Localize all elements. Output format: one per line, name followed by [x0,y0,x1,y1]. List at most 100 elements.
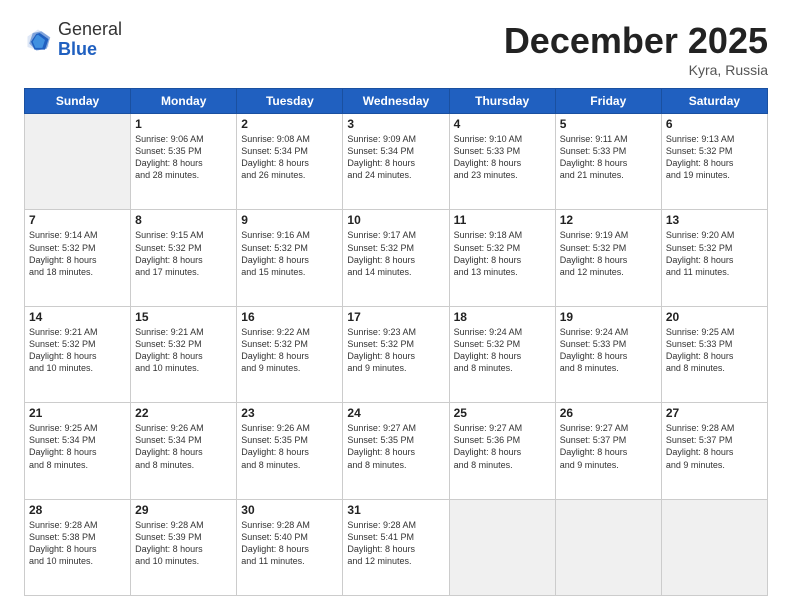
column-header-sunday: Sunday [25,89,131,114]
day-cell: 7Sunrise: 9:14 AMSunset: 5:32 PMDaylight… [25,210,131,306]
day-number: 16 [241,310,338,324]
logo-icon [24,26,52,54]
day-number: 8 [135,213,232,227]
day-cell: 15 Sunrise: 9:21 AMSunset: 5:32 PMDayligh… [131,306,237,402]
day-number: 4 [454,117,551,131]
day-cell: 21 Sunrise: 9:25 AMSunset: 5:34 PMDayligh… [25,403,131,499]
day-cell: 14Sunrise: 9:21 AMSunset: 5:32 PMDayligh… [25,306,131,402]
day-cell: 10 Sunrise: 9:17 AMSunset: 5:32 PMDayligh… [343,210,449,306]
week-row-3: 14 Sunrise: 9:21 AMSunset: 5:32 PMDayligh… [25,306,768,402]
day-number: 13 [666,213,763,227]
week-row-5: 28Sunrise: 9:28 AMSunset: 5:38 PMDayligh… [25,499,768,595]
day-cell: 26 Sunrise: 9:27 AMSunset: 5:37 PMDayligh… [555,403,661,499]
day-info: Sunrise: 9:13 AMSunset: 5:32 PMDaylight:… [666,133,763,182]
day-number: 23 [241,406,338,420]
day-cell [25,114,131,210]
day-number: 3 [347,117,444,131]
day-info: Sunrise: 9:23 AMSunset: 5:32 PMDaylight:… [347,326,444,375]
day-info: Sunrise: 9:28 AMSunset: 5:37 PMDaylight:… [666,422,763,471]
day-cell: 25Sunrise: 9:27 AMSunset: 5:36 PMDayligh… [449,403,555,499]
column-header-thursday: Thursday [449,89,555,114]
logo-text: General Blue [58,20,122,60]
day-number: 15 [135,310,232,324]
page: General Blue December 2025 Kyra, Russia … [0,0,792,612]
day-number: 12 [560,213,657,227]
day-number: 29 [135,503,232,517]
week-row-4: 21 Sunrise: 9:25 AMSunset: 5:34 PMDayligh… [25,403,768,499]
day-info: Sunrise: 9:15 AMSunset: 5:32 PMDaylight:… [135,229,232,278]
calendar-header-row: SundayMondayTuesdayWednesdayThursdayFrid… [25,89,768,114]
day-number: 30 [241,503,338,517]
day-cell: 8 Sunrise: 9:15 AMSunset: 5:32 PMDaylight… [131,210,237,306]
day-cell: 5 Sunrise: 9:11 AMSunset: 5:33 PMDaylight… [555,114,661,210]
day-number: 22 [135,406,232,420]
day-cell: 12Sunrise: 9:19 AMSunset: 5:32 PMDayligh… [555,210,661,306]
day-cell: 28Sunrise: 9:28 AMSunset: 5:38 PMDayligh… [25,499,131,595]
day-info: Sunrise: 9:25 AMSunset: 5:34 PMDaylight:… [29,422,126,471]
day-cell: 13 Sunrise: 9:20 AMSunset: 5:32 PMDayligh… [661,210,767,306]
day-info: Sunrise: 9:18 AMSunset: 5:32 PMDaylight:… [454,229,551,278]
day-number: 9 [241,213,338,227]
day-number: 6 [666,117,763,131]
day-cell [449,499,555,595]
day-info: Sunrise: 9:20 AMSunset: 5:32 PMDaylight:… [666,229,763,278]
day-number: 19 [560,310,657,324]
day-cell: 16 Sunrise: 9:22 AMSunset: 5:32 PMDayligh… [237,306,343,402]
day-cell: 22Sunrise: 9:26 AMSunset: 5:34 PMDayligh… [131,403,237,499]
day-number: 18 [454,310,551,324]
day-number: 11 [454,213,551,227]
day-info: Sunrise: 9:11 AMSunset: 5:33 PMDaylight:… [560,133,657,182]
day-info: Sunrise: 9:09 AMSunset: 5:34 PMDaylight:… [347,133,444,182]
day-cell: 9 Sunrise: 9:16 AMSunset: 5:32 PMDaylight… [237,210,343,306]
day-info: Sunrise: 9:08 AMSunset: 5:34 PMDaylight:… [241,133,338,182]
day-cell: 17 Sunrise: 9:23 AMSunset: 5:32 PMDayligh… [343,306,449,402]
location: Kyra, Russia [504,62,768,78]
week-row-1: 1Sunrise: 9:06 AMSunset: 5:35 PMDaylight… [25,114,768,210]
day-cell: 31 Sunrise: 9:28 AMSunset: 5:41 PMDayligh… [343,499,449,595]
column-header-saturday: Saturday [661,89,767,114]
day-cell: 11 Sunrise: 9:18 AMSunset: 5:32 PMDayligh… [449,210,555,306]
title-block: December 2025 Kyra, Russia [504,20,768,78]
day-info: Sunrise: 9:17 AMSunset: 5:32 PMDaylight:… [347,229,444,278]
column-header-monday: Monday [131,89,237,114]
day-number: 14 [29,310,126,324]
day-info: Sunrise: 9:21 AMSunset: 5:32 PMDaylight:… [135,326,232,375]
month-title: December 2025 [504,20,768,62]
day-number: 31 [347,503,444,517]
day-number: 10 [347,213,444,227]
day-number: 27 [666,406,763,420]
day-info: Sunrise: 9:14 AMSunset: 5:32 PMDaylight:… [29,229,126,278]
day-cell: 1Sunrise: 9:06 AMSunset: 5:35 PMDaylight… [131,114,237,210]
day-cell: 27 Sunrise: 9:28 AMSunset: 5:37 PMDayligh… [661,403,767,499]
day-info: Sunrise: 9:28 AMSunset: 5:39 PMDaylight:… [135,519,232,568]
day-cell: 20Sunrise: 9:25 AMSunset: 5:33 PMDayligh… [661,306,767,402]
day-number: 26 [560,406,657,420]
day-cell: 24Sunrise: 9:27 AMSunset: 5:35 PMDayligh… [343,403,449,499]
day-info: Sunrise: 9:27 AMSunset: 5:37 PMDaylight:… [560,422,657,471]
day-number: 5 [560,117,657,131]
day-number: 28 [29,503,126,517]
day-number: 21 [29,406,126,420]
day-cell [555,499,661,595]
day-number: 17 [347,310,444,324]
day-number: 1 [135,117,232,131]
day-info: Sunrise: 9:16 AMSunset: 5:32 PMDaylight:… [241,229,338,278]
day-info: Sunrise: 9:28 AMSunset: 5:40 PMDaylight:… [241,519,338,568]
day-info: Sunrise: 9:27 AMSunset: 5:35 PMDaylight:… [347,422,444,471]
day-info: Sunrise: 9:24 AMSunset: 5:32 PMDaylight:… [454,326,551,375]
day-cell: 23Sunrise: 9:26 AMSunset: 5:35 PMDayligh… [237,403,343,499]
day-cell: 19 Sunrise: 9:24 AMSunset: 5:33 PMDayligh… [555,306,661,402]
column-header-friday: Friday [555,89,661,114]
column-header-tuesday: Tuesday [237,89,343,114]
day-info: Sunrise: 9:28 AMSunset: 5:41 PMDaylight:… [347,519,444,568]
day-cell: 29 Sunrise: 9:28 AMSunset: 5:39 PMDayligh… [131,499,237,595]
day-info: Sunrise: 9:24 AMSunset: 5:33 PMDaylight:… [560,326,657,375]
header: General Blue December 2025 Kyra, Russia [24,20,768,78]
day-info: Sunrise: 9:22 AMSunset: 5:32 PMDaylight:… [241,326,338,375]
logo: General Blue [24,20,122,60]
logo-blue: Blue [58,39,97,59]
day-cell: 30 Sunrise: 9:28 AMSunset: 5:40 PMDayligh… [237,499,343,595]
day-cell: 18 Sunrise: 9:24 AMSunset: 5:32 PMDayligh… [449,306,555,402]
day-number: 2 [241,117,338,131]
day-cell: 3 Sunrise: 9:09 AMSunset: 5:34 PMDaylight… [343,114,449,210]
